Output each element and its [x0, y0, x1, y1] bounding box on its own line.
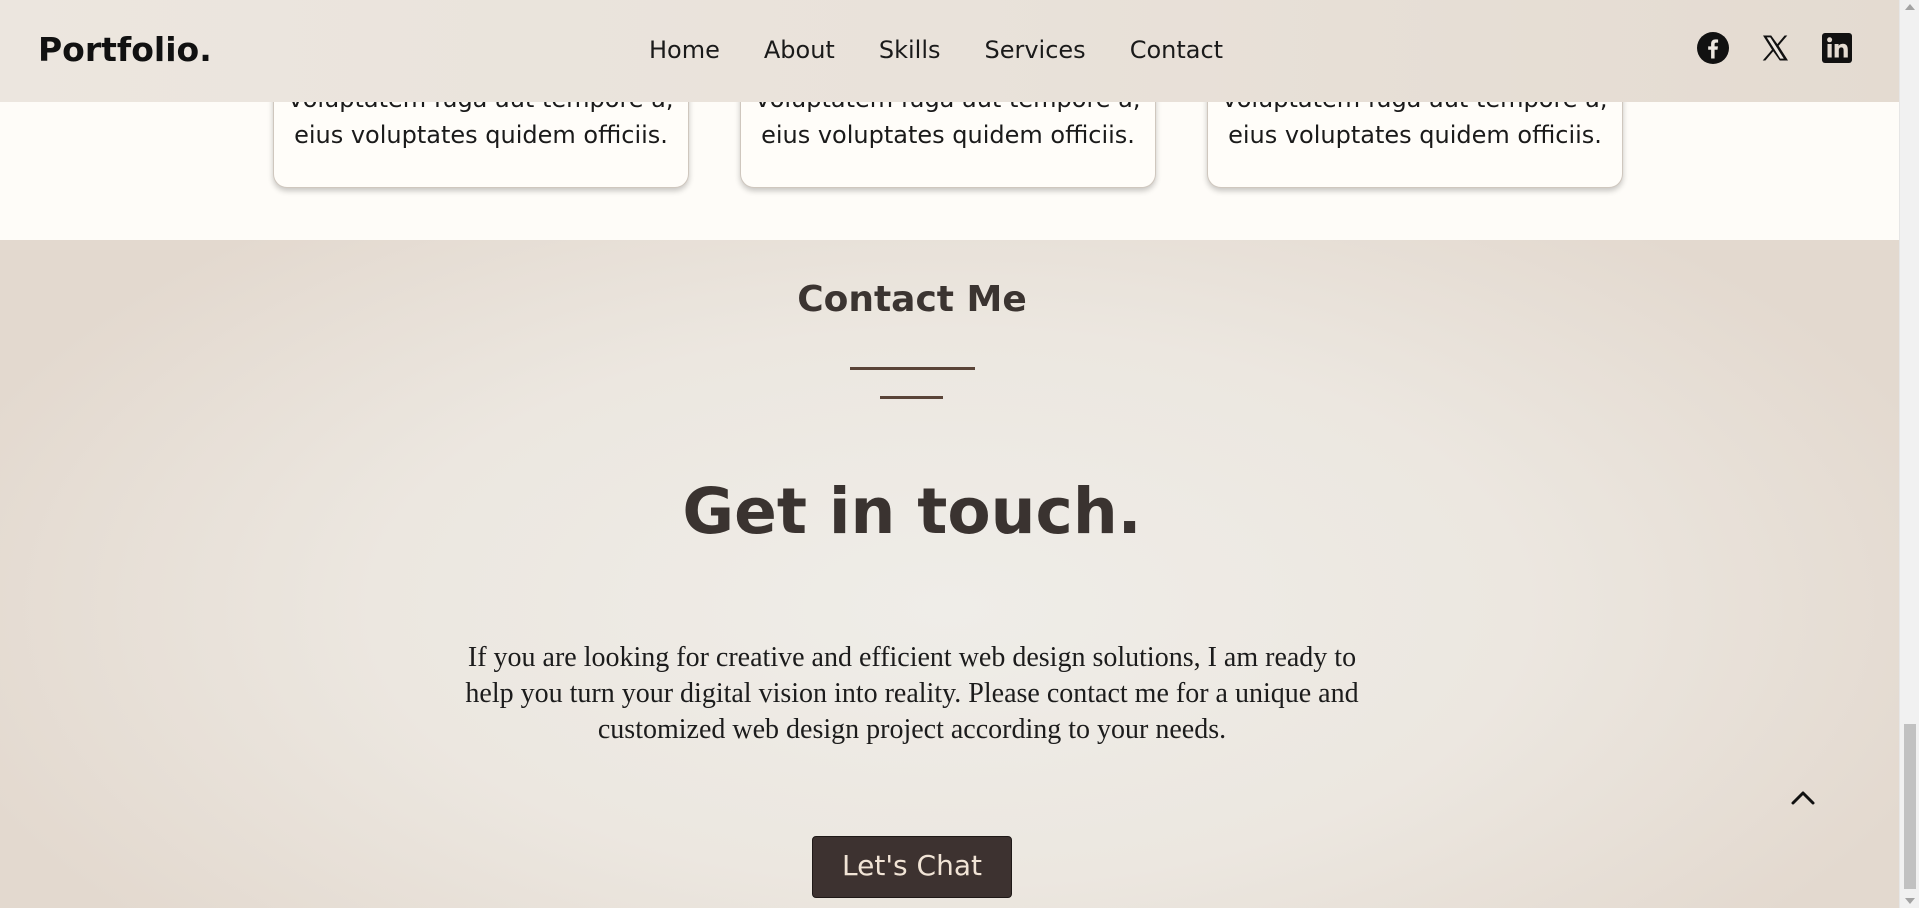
contact-heading: Contact Me — [797, 279, 1027, 320]
service-card-last-line: eius voluptates quidem officiis. — [761, 121, 1135, 149]
service-card-last-line: eius voluptates quidem officiis. — [1228, 121, 1602, 149]
page: voluptatem fuga aut tempore a, eius volu… — [0, 0, 1899, 908]
service-card-last-line: eius voluptates quidem officiis. — [294, 121, 668, 149]
nav-skills[interactable]: Skills — [879, 32, 941, 68]
heading-divider-short — [880, 396, 943, 399]
scroll-up-arrow-icon[interactable] — [1905, 4, 1915, 10]
contact-description: If you are looking for creative and effi… — [465, 642, 1359, 745]
lets-chat-button[interactable]: Let's Chat — [812, 836, 1012, 898]
social-links — [1696, 31, 1854, 65]
contact-section: Contact Me Get in touch. If you are look… — [0, 240, 1899, 908]
scrollbar-thumb[interactable] — [1904, 724, 1916, 889]
site-logo[interactable]: Portfolio. — [38, 27, 212, 73]
site-header: Portfolio. Home About Skills Services Co… — [0, 0, 1899, 102]
chevron-up-icon — [1791, 791, 1815, 805]
heading-divider-long — [850, 367, 975, 370]
vertical-scrollbar[interactable] — [1899, 0, 1919, 908]
nav-services[interactable]: Services — [984, 32, 1085, 68]
nav-about[interactable]: About — [764, 32, 835, 68]
facebook-icon[interactable] — [1696, 31, 1730, 65]
linkedin-icon[interactable] — [1820, 31, 1854, 65]
main-nav: Home About Skills Services Contact — [649, 32, 1223, 68]
nav-home[interactable]: Home — [649, 32, 720, 68]
nav-contact[interactable]: Contact — [1130, 32, 1223, 68]
contact-title: Get in touch. — [682, 475, 1142, 548]
x-icon[interactable] — [1758, 31, 1792, 65]
back-to-top-button[interactable] — [1785, 782, 1821, 812]
scroll-down-arrow-icon[interactable] — [1905, 898, 1915, 904]
